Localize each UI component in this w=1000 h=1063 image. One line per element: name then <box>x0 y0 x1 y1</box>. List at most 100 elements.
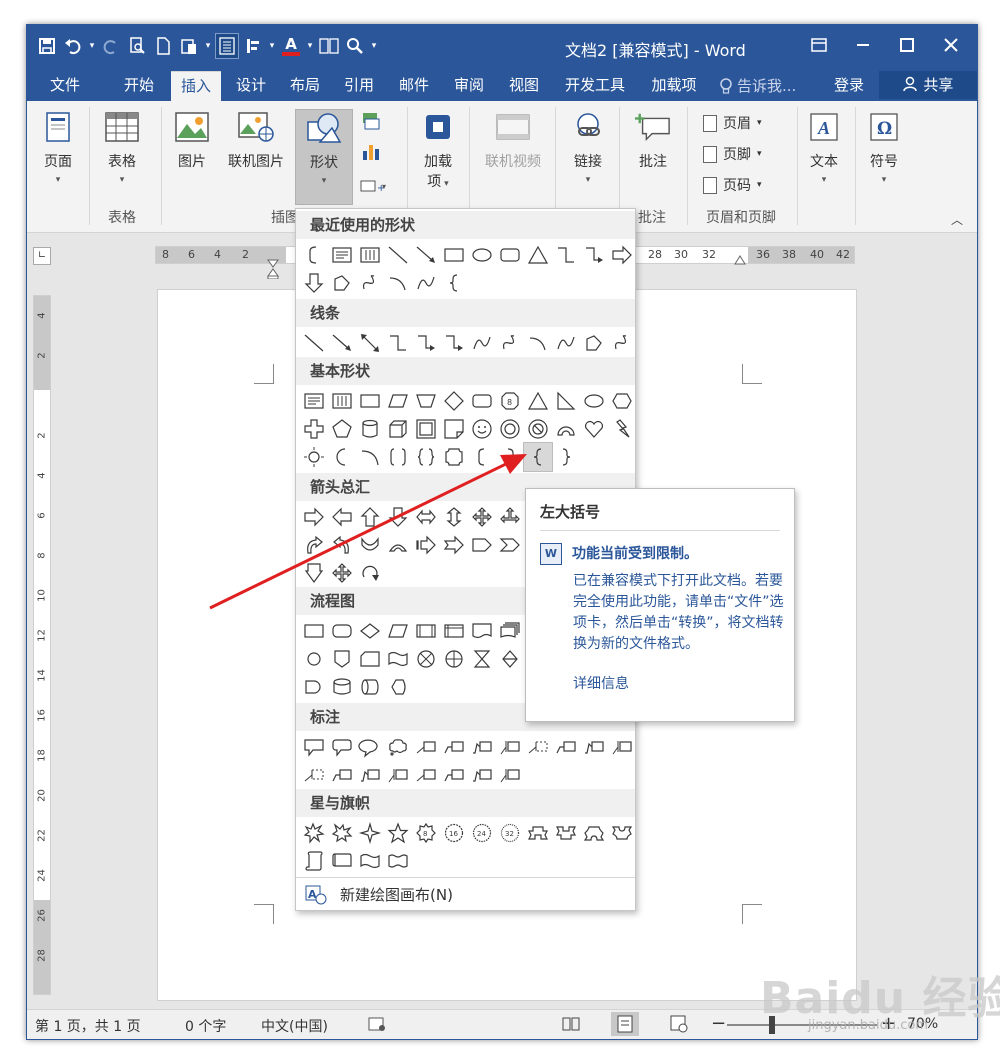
shape-call-no-border-icon[interactable] <box>524 733 552 761</box>
shape-elbow-arr-icon[interactable] <box>440 329 468 357</box>
minimize-icon[interactable] <box>841 29 885 61</box>
tab-review[interactable]: 审阅 <box>445 71 493 101</box>
tab-home[interactable]: 开始 <box>113 71 165 101</box>
shape-down-arrow-icon[interactable] <box>384 503 412 531</box>
footer-button[interactable]: 页脚 ▾ <box>703 144 762 164</box>
link-button[interactable]: 链接 ▾ <box>563 109 613 185</box>
shape-heart-icon[interactable] <box>580 415 608 443</box>
tab-layout[interactable]: 布局 <box>281 71 329 101</box>
shape-cross-icon[interactable] <box>300 415 328 443</box>
shape-diamond-icon[interactable] <box>440 387 468 415</box>
shape-fc-collate-icon[interactable] <box>468 645 496 673</box>
shape-fc-or-icon[interactable] <box>440 645 468 673</box>
shape-fc-data-icon[interactable] <box>384 617 412 645</box>
shape-pent-arrow-icon[interactable] <box>468 531 496 559</box>
shape-call-line-icon[interactable] <box>412 761 440 789</box>
undo-icon[interactable] <box>61 33 85 59</box>
shape-fold-icon[interactable] <box>440 415 468 443</box>
shape-fc-display-icon[interactable] <box>384 673 412 701</box>
shape-down-arrow-icon[interactable] <box>300 269 328 297</box>
shape-wave-icon[interactable] <box>356 847 384 875</box>
shape-call-line2-icon[interactable] <box>552 733 580 761</box>
paste-icon[interactable] <box>177 33 201 59</box>
find-icon[interactable] <box>343 33 367 59</box>
shape-fc-process-icon[interactable] <box>300 617 328 645</box>
format-icon[interactable] <box>241 33 265 59</box>
undo-dropdown-icon[interactable]: ▾ <box>87 33 97 59</box>
tab-insert[interactable]: 插入 <box>171 71 221 101</box>
shape-rect-icon[interactable] <box>440 241 468 269</box>
shape-dbl-brace-icon[interactable] <box>412 443 440 471</box>
shape-textbox-icon[interactable] <box>328 241 356 269</box>
save-icon[interactable] <box>35 33 59 59</box>
shape-rbracket-icon[interactable] <box>496 443 524 471</box>
shape-bracket-l-icon[interactable] <box>300 241 328 269</box>
shape-fc-sort-icon[interactable] <box>496 645 524 673</box>
shape-elbow-arr-icon[interactable] <box>580 241 608 269</box>
tab-addins[interactable]: 加载项 <box>641 71 707 101</box>
shape-curve-rib-up-icon[interactable] <box>580 819 608 847</box>
shape-fc-predef-icon[interactable] <box>412 617 440 645</box>
shape-line-icon[interactable] <box>384 241 412 269</box>
font-color-icon[interactable]: A <box>279 33 303 59</box>
tab-selector-icon[interactable]: ∟ <box>33 247 51 265</box>
shape-moon-icon[interactable] <box>328 443 356 471</box>
shape-fc-card-icon[interactable] <box>356 645 384 673</box>
shape-rrect-icon[interactable] <box>468 387 496 415</box>
shape-call-line2-icon[interactable] <box>440 761 468 789</box>
shape-brace-r-icon[interactable] <box>552 443 580 471</box>
shape-call-cloud-icon[interactable] <box>384 733 412 761</box>
shape-quad-arrow-icon[interactable] <box>468 503 496 531</box>
shape-curved-l-icon[interactable] <box>328 531 356 559</box>
shape-oval-icon[interactable] <box>580 387 608 415</box>
collapse-ribbon-icon[interactable]: ︿ <box>951 211 963 228</box>
shape-dbl-wave-icon[interactable] <box>384 847 412 875</box>
shape-textbox-icon[interactable] <box>300 387 328 415</box>
language[interactable]: 中文(中国) <box>261 1016 328 1036</box>
shape-scribble-icon[interactable] <box>496 329 524 357</box>
shape-scroll-v-icon[interactable] <box>300 847 328 875</box>
shape-arrow-line-icon[interactable] <box>412 241 440 269</box>
shape-arc-icon[interactable] <box>384 269 412 297</box>
shape-smile-icon[interactable] <box>468 415 496 443</box>
shape-fc-internal-icon[interactable] <box>440 617 468 645</box>
shape-explos2-icon[interactable] <box>328 819 356 847</box>
shape-call-accent-icon[interactable] <box>496 761 524 789</box>
addins-button[interactable]: 加载 项 ▾ <box>413 109 463 191</box>
shape-rtri-icon[interactable] <box>552 387 580 415</box>
shape-star5-icon[interactable] <box>384 819 412 847</box>
shape-cube-icon[interactable] <box>384 415 412 443</box>
shape-call-rect-icon[interactable] <box>300 733 328 761</box>
shape-fc-offpage-icon[interactable] <box>328 645 356 673</box>
shape-up-arrow-icon[interactable] <box>356 503 384 531</box>
shape-call-oval-icon[interactable] <box>356 733 384 761</box>
columns-icon[interactable] <box>317 33 341 59</box>
paragraph-icon[interactable] <box>215 33 239 59</box>
shape-hex-icon[interactable] <box>608 387 636 415</box>
shape-ribbon-up-icon[interactable] <box>524 819 552 847</box>
shape-arc-only-icon[interactable] <box>356 443 384 471</box>
zoom-out-icon[interactable]: − <box>711 1013 726 1034</box>
shape-sun-icon[interactable] <box>300 443 328 471</box>
shape-seal8-icon[interactable]: 8 <box>412 819 440 847</box>
shape-seal16-icon[interactable]: 16 <box>440 819 468 847</box>
shape-fc-drum-icon[interactable] <box>356 673 384 701</box>
shape-call-line3-icon[interactable] <box>468 733 496 761</box>
shape-curved-d-icon[interactable] <box>384 531 412 559</box>
shape-ribbon-dn-icon[interactable] <box>552 819 580 847</box>
shape-tri-icon[interactable] <box>524 241 552 269</box>
shape-call-line2-icon[interactable] <box>328 761 356 789</box>
tab-file[interactable]: 文件 <box>39 71 91 101</box>
font-color-dropdown-icon[interactable]: ▾ <box>305 33 315 59</box>
shape-bolt-icon[interactable] <box>608 415 636 443</box>
shape-fc-alt-icon[interactable] <box>328 617 356 645</box>
shape-star4-icon[interactable] <box>356 819 384 847</box>
right-indent-marker-icon[interactable] <box>734 255 746 265</box>
shape-chevron-icon[interactable] <box>496 531 524 559</box>
shape-circ-arrow-icon[interactable] <box>356 559 384 587</box>
shape-curve-icon[interactable] <box>552 329 580 357</box>
redo-icon[interactable] <box>99 33 123 59</box>
shape-call-no-border-icon[interactable] <box>300 761 328 789</box>
shape-fc-sum-icon[interactable] <box>412 645 440 673</box>
shape-arrow-line-icon[interactable] <box>328 329 356 357</box>
